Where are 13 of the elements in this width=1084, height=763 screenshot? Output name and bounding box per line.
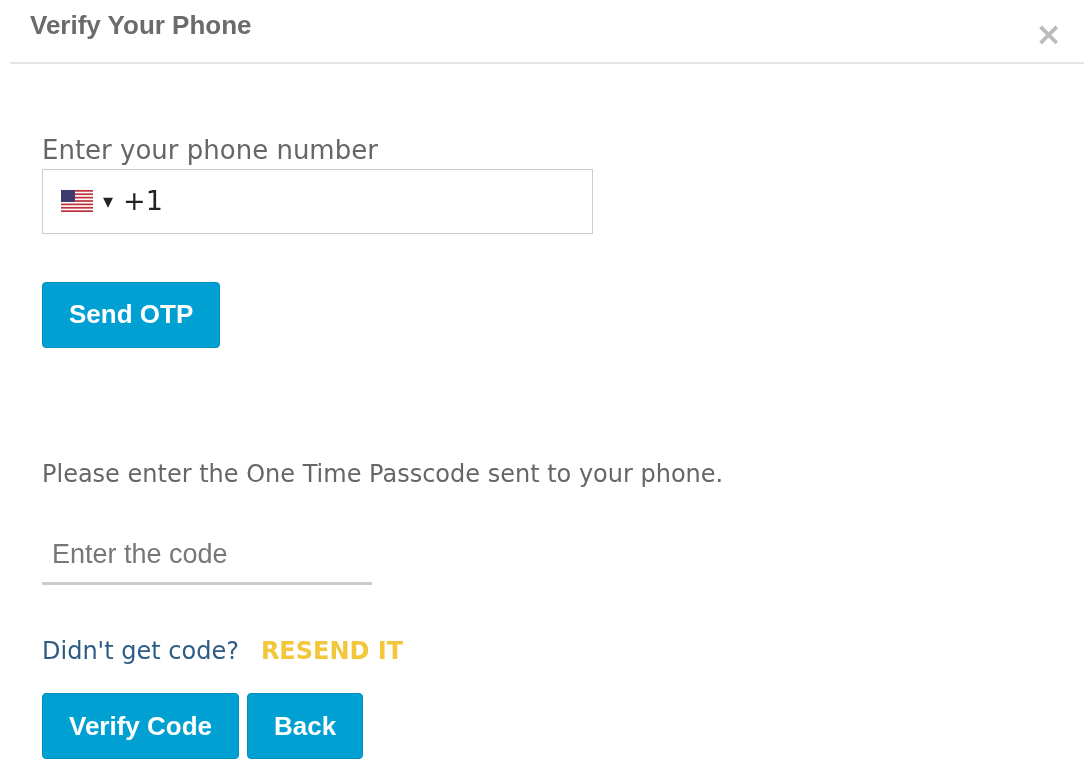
flag-icon xyxy=(61,190,93,213)
dialog-title: Verify Your Phone xyxy=(30,9,252,42)
caret-icon[interactable]: ▾ xyxy=(103,186,114,217)
back-button[interactable]: Back xyxy=(247,693,364,760)
verify-code-button[interactable]: Verify Code xyxy=(42,693,240,760)
phone-value: +1 xyxy=(123,183,164,218)
close-button[interactable]: × xyxy=(1035,18,1062,50)
instruction-text: Please enter the One Time Passcode sent to your phone. xyxy=(42,458,725,490)
phone-input-field[interactable]: ▾ +1 xyxy=(42,168,593,234)
resend-link[interactable]: RESEND IT xyxy=(260,633,404,670)
prompt-text: Didn't get code? xyxy=(42,636,239,668)
send-otp-button[interactable]: Send OTP xyxy=(42,281,221,348)
field-label: Enter your phone number xyxy=(42,136,379,165)
